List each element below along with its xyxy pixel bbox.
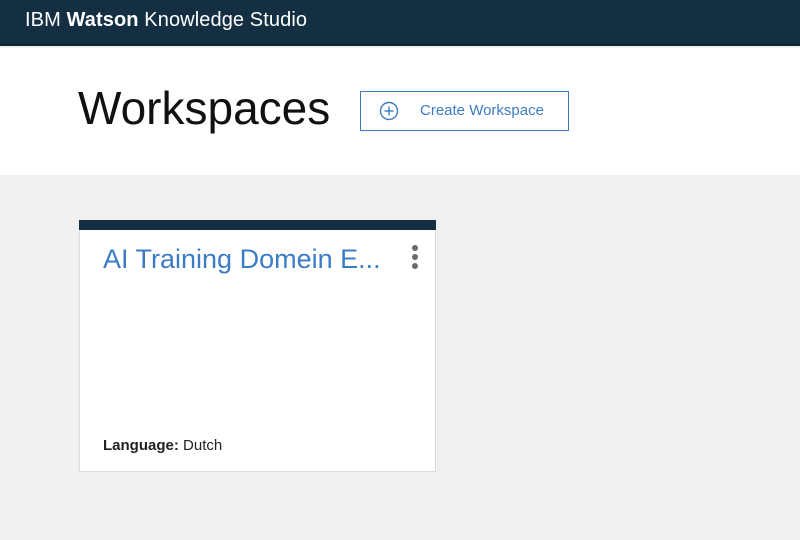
brand-bold: Watson [66,9,139,31]
plus-circle-icon [379,101,399,121]
workspace-language: Language: Dutch [103,437,222,454]
workspace-title[interactable]: AI Training Domein E... [103,244,403,275]
language-label: Language: [103,437,179,454]
page-title: Workspaces [78,82,331,134]
workspace-grid: AI Training Domein E... Language: Dutch [0,175,800,540]
create-workspace-label: Create Workspace [420,102,544,119]
card-accent-bar [79,220,436,230]
app-brand[interactable]: IBM Watson Knowledge Studio [25,9,307,32]
language-value: Dutch [183,437,223,454]
overflow-menu-vertical-icon[interactable] [405,245,425,275]
workspace-card[interactable]: AI Training Domein E... Language: Dutch [79,220,436,472]
create-workspace-button[interactable]: Create Workspace [360,91,569,131]
brand-prefix: IBM [25,9,61,31]
top-navigation-bar: IBM Watson Knowledge Studio [0,0,800,46]
brand-suffix: Knowledge Studio [144,9,308,31]
page-header: Workspaces Create Workspace [0,48,800,175]
